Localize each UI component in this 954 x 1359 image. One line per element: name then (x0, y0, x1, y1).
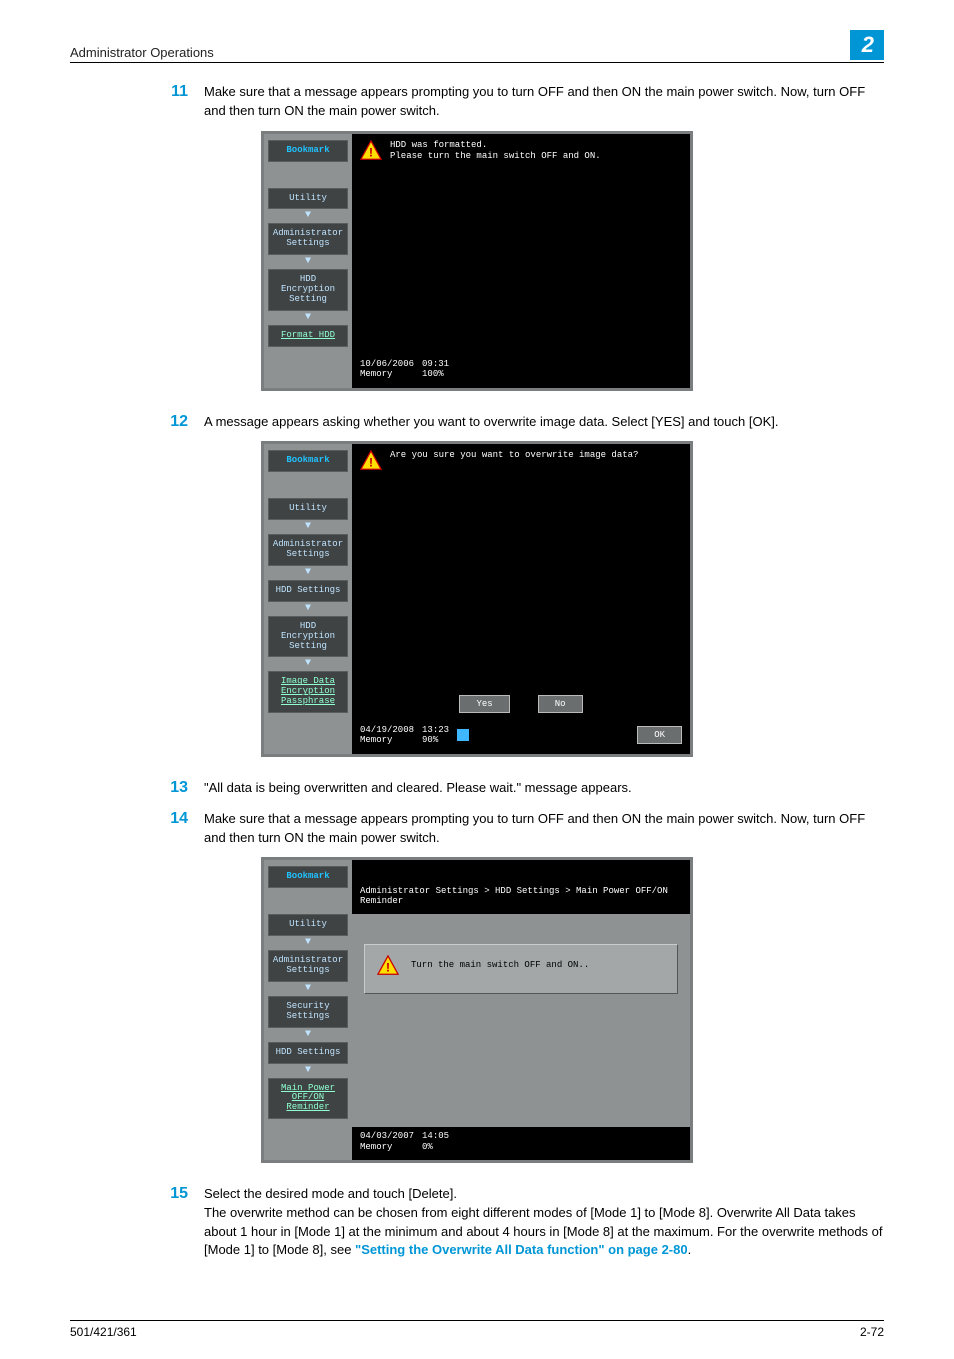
screen3-sidebar: Bookmark Utility ▼ Administrator Setting… (264, 860, 352, 1127)
screen1-sidebar: Bookmark Utility ▼ Administrator Setting… (264, 134, 352, 355)
device-screen-2: Bookmark Utility ▼ Administrator Setting… (261, 441, 693, 756)
step-14: 14 Make sure that a message appears prom… (160, 810, 884, 848)
status-time: 14:05 (422, 1131, 449, 1141)
screen1-message: HDD was formatted. Please turn the main … (390, 140, 601, 163)
sidebar-utility[interactable]: Utility (268, 914, 348, 936)
status-date: 10/06/2006 (360, 359, 414, 369)
step-number: 13 (160, 779, 188, 798)
sidebar-admin-settings[interactable]: Administrator Settings (268, 223, 348, 255)
step-number: 12 (160, 413, 188, 432)
sidebar-security-settings[interactable]: Security Settings (268, 996, 348, 1028)
warning-icon: ! (360, 450, 382, 470)
no-button[interactable]: No (538, 695, 583, 713)
step-13: 13 "All data is being overwritten and cl… (160, 779, 884, 798)
svg-text:!: ! (367, 145, 375, 160)
device-screen-3: Bookmark Utility ▼ Administrator Setting… (261, 857, 693, 1163)
svg-text:!: ! (367, 456, 375, 471)
step-number: 14 (160, 810, 188, 848)
sidebar-admin-settings[interactable]: Administrator Settings (268, 950, 348, 982)
message-line2: Please turn the main switch OFF and ON. (390, 151, 601, 162)
screen2-sidebar: Bookmark Utility ▼ Administrator Setting… (264, 444, 352, 721)
status-memory-label: Memory (360, 1142, 414, 1152)
screen2-message: Are you sure you want to overwrite image… (390, 450, 638, 461)
step-text: Select the desired mode and touch [Delet… (204, 1185, 884, 1260)
status-memory-value: 0% (422, 1142, 449, 1152)
sidebar-utility[interactable]: Utility (268, 498, 348, 520)
sidebar-passphrase[interactable]: Image Data Encryption Passphrase (268, 671, 348, 713)
status-memory-label: Memory (360, 369, 414, 379)
down-arrow-icon: ▼ (268, 984, 348, 994)
sidebar-utility[interactable]: Utility (268, 188, 348, 210)
down-arrow-icon: ▼ (268, 604, 348, 614)
screen3-breadcrumb: Administrator Settings > HDD Settings > … (352, 876, 690, 914)
status-memory-value: 90% (422, 735, 449, 745)
down-arrow-icon: ▼ (268, 1030, 348, 1040)
sidebar-format-hdd[interactable]: Format HDD (268, 325, 348, 347)
status-time: 13:23 (422, 725, 449, 735)
step-11: 11 Make sure that a message appears prom… (160, 83, 884, 121)
step15-line1: Select the desired mode and touch [Delet… (204, 1186, 457, 1201)
device-screen-1: Bookmark Utility ▼ Administrator Setting… (261, 131, 693, 391)
status-date: 04/03/2007 (360, 1131, 414, 1141)
step-text: "All data is being overwritten and clear… (204, 779, 884, 798)
status-indicator-icon (457, 729, 469, 741)
down-arrow-icon: ▼ (268, 1066, 348, 1076)
step-15: 15 Select the desired mode and touch [De… (160, 1185, 884, 1260)
sidebar-hdd-settings[interactable]: HDD Settings (268, 580, 348, 602)
step-number: 11 (160, 83, 188, 121)
sidebar-bookmark[interactable]: Bookmark (268, 140, 348, 162)
screen3-statusbar: 04/03/2007 Memory 14:05 0% (356, 1129, 686, 1156)
status-memory-value: 100% (422, 369, 449, 379)
status-time: 09:31 (422, 359, 449, 369)
screen3-warning-box: ! Turn the main switch OFF and ON.. (364, 944, 678, 994)
sidebar-hdd-settings[interactable]: HDD Settings (268, 1042, 348, 1064)
screen2-statusbar: 04/19/2008 Memory 13:23 90% OK (356, 723, 686, 750)
step-text: Make sure that a message appears prompti… (204, 83, 884, 121)
svg-text:!: ! (384, 961, 392, 976)
ok-button[interactable]: OK (637, 726, 682, 744)
screen2-main: ! Are you sure you want to overwrite ima… (352, 444, 690, 721)
down-arrow-icon: ▼ (268, 313, 348, 323)
sidebar-hdd-encryption[interactable]: HDD Encryption Setting (268, 616, 348, 658)
down-arrow-icon: ▼ (268, 257, 348, 267)
warning-icon: ! (360, 140, 382, 160)
sidebar-admin-settings[interactable]: Administrator Settings (268, 534, 348, 566)
down-arrow-icon: ▼ (268, 522, 348, 532)
step-text: A message appears asking whether you wan… (204, 413, 884, 432)
step-number: 15 (160, 1185, 188, 1260)
footer-page: 2-72 (860, 1325, 884, 1339)
step-text: Make sure that a message appears prompti… (204, 810, 884, 848)
screen1-statusbar: 10/06/2006 Memory 09:31 100% (356, 357, 686, 384)
yes-button[interactable]: Yes (459, 695, 509, 713)
warning-icon: ! (377, 955, 399, 975)
status-date: 04/19/2008 (360, 725, 414, 735)
message-line1: HDD was formatted. (390, 140, 601, 151)
sidebar-power-reminder[interactable]: Main Power OFF/ON Reminder (268, 1078, 348, 1120)
page-footer: 501/421/361 2-72 (70, 1320, 884, 1339)
overwrite-function-link[interactable]: "Setting the Overwrite All Data function… (355, 1242, 688, 1257)
down-arrow-icon: ▼ (268, 659, 348, 669)
screen3-message: Turn the main switch OFF and ON.. (411, 960, 589, 970)
down-arrow-icon: ▼ (268, 568, 348, 578)
page-header: Administrator Operations 2 (70, 30, 884, 63)
sidebar-bookmark[interactable]: Bookmark (268, 450, 348, 472)
sidebar-hdd-encryption[interactable]: HDD Encryption Setting (268, 269, 348, 311)
step-12: 12 A message appears asking whether you … (160, 413, 884, 432)
down-arrow-icon: ▼ (268, 211, 348, 221)
sidebar-bookmark[interactable]: Bookmark (268, 866, 348, 888)
screen1-main: ! HDD was formatted. Please turn the mai… (352, 134, 690, 355)
step15-line2b: . (688, 1242, 692, 1257)
section-title: Administrator Operations (70, 45, 214, 60)
down-arrow-icon: ▼ (268, 938, 348, 948)
footer-model: 501/421/361 (70, 1325, 137, 1339)
status-memory-label: Memory (360, 735, 414, 745)
screen3-main: Administrator Settings > HDD Settings > … (352, 860, 690, 1127)
chapter-number: 2 (850, 30, 884, 60)
